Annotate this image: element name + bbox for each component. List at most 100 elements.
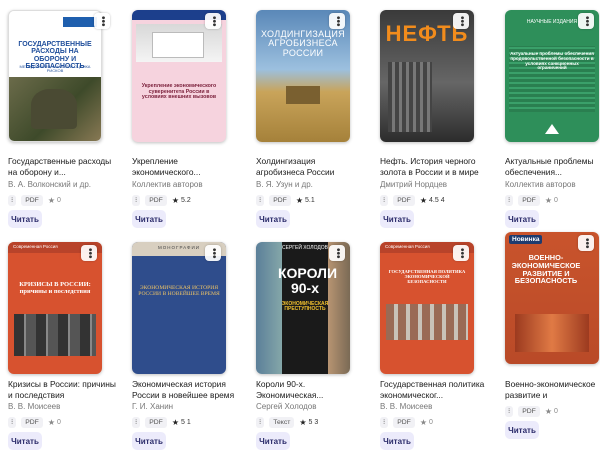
more-vertical-icon: ••• [84, 247, 95, 259]
book-meta: ⁝ PDF ★ 0 [505, 194, 558, 206]
star-icon: ★ [171, 195, 180, 205]
more-vertical-icon: ••• [456, 15, 467, 27]
book-cover[interactable]: Современная Россия ГОСУДАРСТВЕННАЯ ПОЛИТ… [380, 242, 474, 374]
book-author[interactable]: В. А. Волконский и др. [8, 180, 118, 190]
file-icon: ⁝ [8, 416, 17, 428]
book-title[interactable]: Актуальные проблемы обеспечения... [505, 156, 595, 178]
book-cover[interactable]: ХОЛДИНГИЗАЦИЯ АГРОБИЗНЕСА РОССИИ [256, 10, 350, 142]
book-cover[interactable]: НАУЧНЫЕ ИЗДАНИЯ Актуальные проблемы обес… [505, 10, 599, 142]
file-icon: ⁝ [132, 416, 141, 428]
star-icon: ★ [419, 417, 428, 427]
read-button[interactable]: Читать [8, 210, 42, 228]
book-author[interactable]: В. В. Моисеев [8, 402, 118, 412]
star-icon: ★ [47, 417, 56, 427]
format-badge: PDF [393, 416, 415, 428]
book-title[interactable]: Экономическая история России в новейшее … [132, 379, 242, 401]
book-cover[interactable]: СЕРГЕЙ ХОЛОДОВ КОРОЛИ 90-х ЭКОНОМИЧЕСКАЯ… [256, 242, 350, 374]
book-cover[interactable]: МОНОГРАФИИ ЭКОНОМИЧЕСКАЯ ИСТОРИЯ РОССИИ … [132, 242, 226, 374]
format-badge: Текст [269, 416, 295, 428]
read-button[interactable]: Читать [256, 210, 290, 228]
more-vertical-icon: ••• [456, 247, 467, 259]
book-cover[interactable]: Современная Россия КРИЗИСЫ В РОССИИ: при… [8, 242, 102, 374]
book-title[interactable]: Государственная политика экономическог..… [380, 379, 490, 401]
format-badge: PDF [518, 194, 540, 206]
cover-title: Укрепление экономического суверенитета Р… [141, 83, 217, 101]
book-title[interactable]: Государственные расходы на оборону и... [8, 156, 118, 178]
more-options-button[interactable]: ••• [205, 245, 221, 261]
cover-top: СЕРГЕЙ ХОЛОДОВ [282, 245, 328, 251]
more-options-button[interactable]: ••• [205, 13, 221, 29]
more-options-button[interactable]: ••• [329, 245, 345, 261]
book-author[interactable]: Коллектив авторов [505, 180, 595, 190]
format-badge: PDF [518, 405, 540, 417]
book-grid: ГОСУДАРСТВЕННЫЕ РАСХОДЫ НА ОБОРОНУ И БЕЗ… [0, 0, 600, 453]
book-cover[interactable]: Укрепление экономического суверенитета Р… [132, 10, 226, 142]
more-options-button[interactable]: ••• [453, 13, 469, 29]
book-title[interactable]: Холдингизация агробизнеса России [256, 156, 366, 178]
read-button[interactable]: Читать [132, 432, 166, 450]
book-title[interactable]: Короли 90-х. Экономическая... [256, 379, 366, 401]
book-title[interactable]: Укрепление экономического... [132, 156, 242, 178]
format-badge: PDF [269, 194, 291, 206]
star-icon: ★ [295, 195, 304, 205]
new-badge: Новинка [509, 235, 543, 244]
cover-title: КРИЗИСЫ В РОССИИ: причины и последствия [19, 281, 91, 295]
book-author[interactable]: Г. И. Ханин [132, 402, 242, 412]
book-cover[interactable]: НЕФТЬ [380, 10, 474, 142]
file-icon: ⁝ [380, 416, 389, 428]
rating: ★ 0 [544, 406, 558, 416]
book-author[interactable]: Сергей Холодов [256, 402, 366, 412]
book-meta: ⁝ PDF ★ 0 [8, 416, 61, 428]
book-meta: ⁝ PDF ★ 0 [505, 405, 558, 417]
read-button[interactable]: Читать [256, 432, 290, 450]
format-badge: PDF [21, 194, 43, 206]
more-vertical-icon: ••• [97, 15, 108, 27]
more-vertical-icon: ••• [332, 247, 343, 259]
book-title[interactable]: Кризисы в России: причины и последствия [8, 379, 118, 401]
cover-title: КОРОЛИ 90-х [278, 265, 338, 296]
book-meta: ⁝ PDF ★ 0 [8, 194, 61, 206]
star-icon: ★ [171, 417, 180, 427]
book-cover[interactable]: ГОСУДАРСТВЕННЫЕ РАСХОДЫ НА ОБОРОНУ И БЕЗ… [8, 10, 102, 142]
cover-title: ЭКОНОМИЧЕСКАЯ ИСТОРИЯ РОССИИ В НОВЕЙШЕЕ … [138, 285, 220, 297]
more-options-button[interactable]: ••• [578, 235, 594, 251]
file-icon: ⁝ [256, 416, 265, 428]
rating: ★ 0 [419, 417, 433, 427]
star-icon: ★ [47, 195, 56, 205]
more-options-button[interactable]: ••• [81, 245, 97, 261]
read-button[interactable]: Читать [8, 432, 42, 450]
book-author[interactable]: Коллектив авторов [132, 180, 242, 190]
read-button[interactable]: Читать [380, 210, 414, 228]
book-author[interactable]: В. В. Моисеев [380, 402, 490, 412]
star-icon: ★ [419, 195, 428, 205]
more-options-button[interactable]: ••• [453, 245, 469, 261]
rating: ★ 5 1 [171, 417, 191, 427]
book-meta: ⁝ PDF ★ 5 1 [132, 416, 191, 428]
file-icon: ⁝ [132, 194, 141, 206]
book-author[interactable]: В. Я. Узун и др. [256, 180, 366, 190]
file-icon: ⁝ [8, 194, 17, 206]
book-title[interactable]: Нефть. История черного золота в России и… [380, 156, 490, 178]
more-vertical-icon: ••• [581, 237, 592, 249]
read-button[interactable]: Читать [132, 210, 166, 228]
book-meta: ⁝ Текст ★ 5 3 [256, 416, 318, 428]
more-options-button[interactable]: ••• [329, 13, 345, 29]
more-options-button[interactable]: ••• [94, 13, 110, 29]
read-button[interactable]: Читать [505, 421, 539, 439]
format-badge: PDF [21, 416, 43, 428]
read-button[interactable]: Читать [380, 432, 414, 450]
book-title[interactable]: Военно-экономическое развитие и безопасн… [505, 379, 597, 401]
more-options-button[interactable]: ••• [578, 13, 594, 29]
file-icon: ⁝ [380, 194, 389, 206]
book-cover[interactable]: Новинка ВОЕННО-ЭКОНОМИЧЕСКОЕ РАЗВИТИЕ И … [505, 232, 599, 364]
book-meta: ⁝ PDF ★ 0 [380, 416, 433, 428]
file-icon: ⁝ [256, 194, 265, 206]
read-button[interactable]: Читать [505, 210, 539, 228]
book-author[interactable]: Дмитрий Нордцев [380, 180, 490, 190]
cover-title: Актуальные проблемы обеспечения продовол… [510, 51, 594, 71]
format-badge: PDF [145, 194, 167, 206]
more-vertical-icon: ••• [332, 15, 343, 27]
format-badge: PDF [145, 416, 167, 428]
book-meta: ⁝ PDF ★ 5.1 [256, 194, 315, 206]
rating: ★ 5 3 [299, 417, 319, 427]
